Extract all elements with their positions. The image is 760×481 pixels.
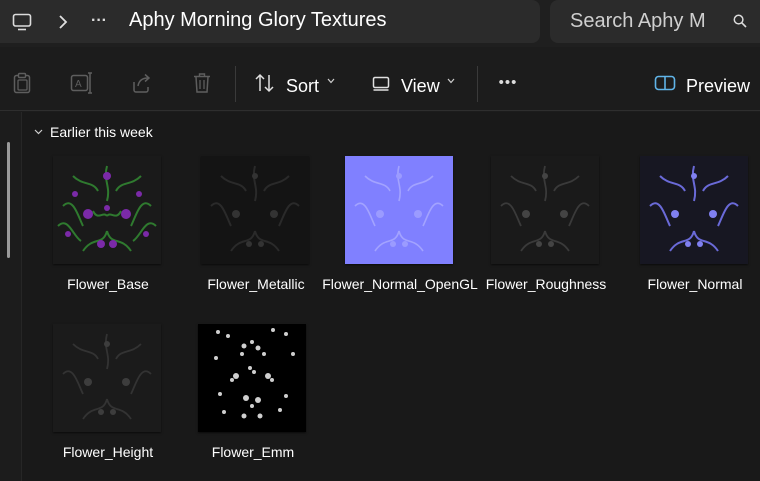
file-thumbnail bbox=[201, 156, 309, 264]
file-thumbnail bbox=[640, 156, 748, 264]
preview-pane-icon bbox=[654, 74, 676, 92]
chevron-down-icon bbox=[326, 76, 336, 86]
more-options-icon[interactable]: ••• bbox=[493, 70, 523, 94]
preview-label: Preview bbox=[686, 76, 751, 96]
file-thumbnail bbox=[53, 156, 161, 264]
command-bar: A Sort View ••• Preview bbox=[0, 52, 760, 111]
share-icon[interactable] bbox=[130, 70, 154, 96]
scrollbar[interactable] bbox=[0, 112, 22, 481]
texture-preview bbox=[62, 333, 152, 420]
command-separator bbox=[477, 66, 478, 102]
file-name: Flower_Emm bbox=[211, 444, 295, 460]
sort-icon bbox=[254, 72, 276, 94]
file-name: Flower_Base bbox=[67, 276, 149, 292]
view-label: View bbox=[401, 76, 440, 96]
search-icon[interactable] bbox=[730, 11, 750, 31]
chevron-down-icon bbox=[33, 127, 43, 137]
group-header-label: Earlier this week bbox=[50, 124, 153, 140]
preview-pane-button[interactable]: Preview bbox=[650, 64, 756, 100]
file-name: Flower_Height bbox=[62, 444, 154, 460]
texture-preview bbox=[214, 328, 295, 419]
rename-icon[interactable]: A bbox=[69, 70, 95, 96]
trash-icon[interactable] bbox=[190, 70, 214, 96]
clipboard-icon[interactable] bbox=[10, 70, 34, 96]
file-thumbnail bbox=[345, 156, 453, 264]
file-name: Flower_Normal_OpenGL bbox=[322, 276, 478, 292]
search-placeholder[interactable]: Search Aphy M bbox=[570, 10, 718, 33]
command-separator bbox=[235, 66, 236, 102]
monitor-icon[interactable] bbox=[9, 9, 35, 35]
svg-text:A: A bbox=[75, 79, 82, 90]
sort-label: Sort bbox=[286, 76, 320, 96]
view-button[interactable]: View bbox=[367, 64, 463, 100]
texture-preview bbox=[500, 165, 590, 252]
texture-preview bbox=[57, 165, 157, 252]
address-bar: ··· Aphy Morning Glory Textures Search A… bbox=[0, 0, 760, 47]
texture-preview bbox=[210, 165, 300, 252]
texture-preview bbox=[354, 165, 444, 252]
ellipsis-icon[interactable]: ··· bbox=[86, 8, 112, 34]
view-icon bbox=[371, 73, 391, 93]
file-name: Flower_Roughness bbox=[485, 276, 607, 292]
breadcrumb-current-folder[interactable]: Aphy Morning Glory Textures bbox=[129, 9, 387, 32]
texture-preview bbox=[649, 165, 739, 252]
file-thumbnail bbox=[198, 324, 306, 432]
file-name: Flower_Normal bbox=[647, 276, 743, 292]
file-thumbnail bbox=[53, 324, 161, 432]
chevron-right-icon[interactable] bbox=[53, 9, 73, 35]
file-name: Flower_Metallic bbox=[207, 276, 305, 292]
scrollbar-thumb[interactable] bbox=[7, 142, 10, 258]
file-thumbnail bbox=[491, 156, 599, 264]
sort-button[interactable]: Sort bbox=[250, 64, 342, 100]
chevron-down-icon bbox=[446, 76, 456, 86]
